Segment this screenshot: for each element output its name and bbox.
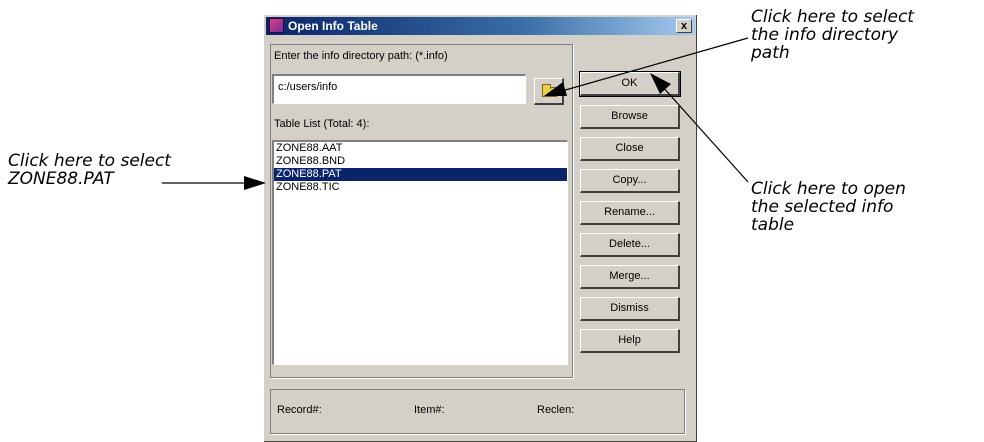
callout-arrows xyxy=(162,37,749,190)
arrow-to-ok-head xyxy=(650,73,671,94)
arrow-to-path-head xyxy=(544,82,567,96)
arrow-to-ok-line xyxy=(661,85,749,183)
arrow-to-table-head xyxy=(244,176,266,190)
